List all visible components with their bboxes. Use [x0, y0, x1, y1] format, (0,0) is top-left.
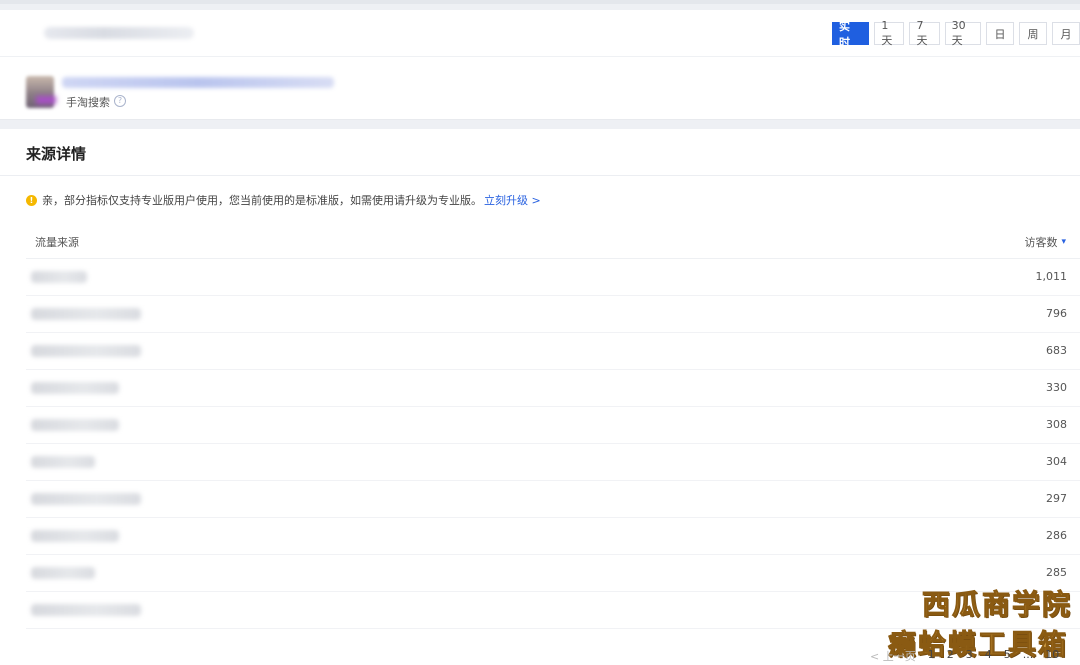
notice-text: 亲，部分指标仅支持专业版用户使用，您当前使用的是标准版，如需使用请升级为专业版。 [42, 194, 482, 207]
table-header: 流量来源 访客数 ▾ [26, 224, 1080, 259]
section-title: 来源详情 [26, 145, 87, 163]
blurred-source-name [31, 271, 87, 283]
visitor-count: 285 [1046, 566, 1067, 579]
warning-icon: ! [26, 194, 37, 206]
page-number[interactable]: 4 [985, 648, 992, 664]
range-button-week[interactable]: 周 [1019, 22, 1047, 45]
visitor-count: 683 [1046, 344, 1067, 357]
time-range-buttons: 实时 1天 7天 30天 日 周 月 [832, 19, 1080, 49]
visitor-count: 308 [1046, 418, 1067, 431]
blurred-source-name [31, 308, 141, 320]
page-number[interactable]: 1 [928, 648, 935, 664]
upgrade-link[interactable]: 立刻升级 > [484, 192, 541, 208]
header-card: 实时 1天 7天 30天 日 周 月 手淘搜索 ? [0, 10, 1080, 120]
blurred-source-name [31, 382, 119, 394]
blurred-source-name [31, 493, 141, 505]
blurred-source-name [31, 604, 141, 616]
table-row: 796 [26, 296, 1080, 333]
range-button-30days[interactable]: 30天 [944, 19, 981, 47]
range-button-month[interactable]: 月 [1052, 22, 1080, 45]
visitor-count: 330 [1046, 381, 1067, 394]
blurred-source-name [31, 345, 141, 357]
blurred-source-name [31, 567, 95, 579]
visitor-count: 304 [1046, 455, 1067, 468]
visitor-count: 286 [1046, 529, 1067, 542]
column-header-source: 流量来源 [35, 236, 79, 249]
traffic-source-label: 手淘搜索 [66, 96, 110, 109]
shop-avatar [26, 76, 54, 108]
table-row: 304 [26, 444, 1080, 481]
page-number[interactable]: 3 [966, 648, 973, 664]
prev-page-button[interactable]: < 上一页 [870, 648, 916, 664]
source-table: 流量来源 访客数 ▾ 1,011 796 683 330 308 304 297… [26, 224, 1080, 629]
visitor-count: 796 [1046, 307, 1067, 320]
page-number[interactable]: 5 [1004, 648, 1011, 664]
table-row: 330 [26, 370, 1080, 407]
table-row: 308 [26, 407, 1080, 444]
column-header-visitors[interactable]: 访客数 ▾ [1024, 234, 1066, 250]
blurred-shop-name [62, 77, 334, 88]
table-row: 297 [26, 481, 1080, 518]
column-header-visitors-label: 访客数 [1024, 236, 1058, 249]
pagination: < 上一页 1 2 3 4 5 ... 10 [870, 648, 1059, 664]
page-ellipsis: ... [1022, 648, 1034, 661]
page-number[interactable]: 10 [1045, 648, 1059, 664]
table-row: 286 [26, 518, 1080, 555]
range-button-7days[interactable]: 7天 [909, 19, 940, 47]
top-strip [0, 0, 1080, 4]
page-number[interactable]: 2 [947, 648, 954, 664]
visitor-count: 1,011 [1035, 270, 1068, 283]
sort-down-icon[interactable]: ▾ [1061, 237, 1066, 247]
range-button-1day[interactable]: 1天 [874, 19, 905, 47]
visitor-count: 297 [1046, 492, 1067, 505]
upgrade-notice: ! 亲，部分指标仅支持专业版用户使用，您当前使用的是标准版，如需使用请升级为专业… [26, 192, 541, 208]
watermark-line-1: 西瓜商学院 [921, 588, 1072, 622]
help-icon[interactable]: ? [114, 95, 126, 107]
blurred-source-name [31, 456, 95, 468]
divider [0, 175, 1080, 176]
range-button-day[interactable]: 日 [986, 22, 1014, 45]
source-detail-card: 来源详情 ! 亲，部分指标仅支持专业版用户使用，您当前使用的是标准版，如需使用请… [0, 129, 1080, 665]
table-row: 1,011 [26, 259, 1080, 296]
range-button-realtime[interactable]: 实时 [832, 20, 870, 49]
table-row: 683 [26, 333, 1080, 370]
header-toolbar: 实时 1天 7天 30天 日 周 月 [0, 10, 1080, 57]
blurred-source-name [31, 530, 119, 542]
blurred-date-text [44, 27, 194, 39]
blurred-source-name [31, 419, 119, 431]
